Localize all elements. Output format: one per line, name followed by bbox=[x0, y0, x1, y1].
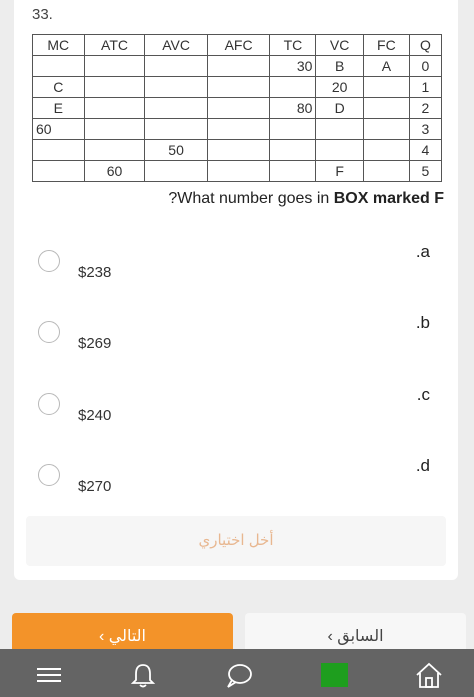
table-cell bbox=[206, 139, 271, 161]
option-letter: .a bbox=[415, 242, 430, 261]
table-cell bbox=[83, 139, 146, 161]
radio-button[interactable] bbox=[38, 464, 60, 486]
chevron-left-icon: ‹ bbox=[327, 628, 333, 645]
table-cell bbox=[206, 76, 271, 98]
table-cell: 60 bbox=[83, 160, 146, 182]
bell-icon[interactable] bbox=[128, 661, 158, 689]
question-text: ?What number goes in BOX marked F bbox=[14, 190, 444, 208]
table-cell: 4 bbox=[408, 139, 443, 161]
table-cell bbox=[83, 97, 146, 119]
option-value: $270 bbox=[78, 478, 112, 495]
table-cell: 0 bbox=[408, 55, 443, 77]
table-cell bbox=[32, 139, 85, 161]
table-cell: 80 bbox=[269, 97, 317, 119]
header-avc: AVC bbox=[144, 34, 208, 56]
table-cell bbox=[315, 139, 364, 161]
table-row: E 80 D 2 bbox=[32, 97, 443, 119]
answer-option-b[interactable]: .b $269 bbox=[14, 313, 458, 381]
table-cell bbox=[315, 118, 364, 140]
table-header-row: MC ATC AVC AFC TC VC FC Q bbox=[32, 34, 443, 56]
table-cell bbox=[144, 97, 208, 119]
table-cell: 20 bbox=[315, 76, 364, 98]
table-cell: C bbox=[32, 76, 85, 98]
table-cell bbox=[269, 118, 317, 140]
previous-label: السابق bbox=[337, 628, 384, 645]
header-fc: FC bbox=[362, 34, 410, 56]
option-value: $269 bbox=[78, 335, 112, 352]
table-row: 60 3 bbox=[32, 118, 443, 140]
header-atc: ATC bbox=[83, 34, 146, 56]
question-text-prefix: ?What number goes in bbox=[168, 190, 334, 207]
option-letter: .b bbox=[415, 313, 430, 332]
question-number: 33. bbox=[32, 6, 53, 23]
chevron-left-icon: ‹ bbox=[98, 628, 105, 645]
table-cell bbox=[144, 55, 208, 77]
radio-button[interactable] bbox=[38, 321, 60, 343]
table-cell bbox=[362, 97, 410, 119]
clear-choice-button[interactable]: أخل اختياري bbox=[26, 516, 446, 566]
table-cell: D bbox=[315, 97, 364, 119]
table-cell bbox=[269, 76, 317, 98]
table-cell bbox=[83, 55, 146, 77]
table-cell bbox=[269, 139, 317, 161]
table-cell: F bbox=[315, 160, 364, 182]
table-cell bbox=[206, 97, 271, 119]
table-cell bbox=[32, 160, 85, 182]
table-row: 60 F 5 bbox=[32, 160, 443, 182]
table-cell: 50 bbox=[144, 139, 208, 161]
answer-option-c[interactable]: .c $240 bbox=[14, 385, 458, 453]
answer-option-d[interactable]: .d $270 bbox=[14, 456, 458, 524]
table-cell: 3 bbox=[408, 118, 443, 140]
table-cell bbox=[362, 76, 410, 98]
option-value: $240 bbox=[78, 407, 112, 424]
table-cell: 30 bbox=[269, 55, 317, 77]
active-square-icon[interactable] bbox=[320, 661, 350, 689]
table-cell bbox=[83, 118, 146, 140]
table-cell bbox=[144, 118, 208, 140]
table-cell: A bbox=[362, 55, 410, 77]
table-cell bbox=[206, 55, 271, 77]
next-label: التالي bbox=[108, 628, 146, 645]
table-cell bbox=[362, 139, 410, 161]
table-cell bbox=[206, 118, 271, 140]
question-text-bold: BOX marked F bbox=[333, 190, 444, 207]
table-cell: 2 bbox=[408, 97, 443, 119]
header-afc: AFC bbox=[206, 34, 271, 56]
header-vc: VC bbox=[315, 34, 364, 56]
answer-option-a[interactable]: .a $238 bbox=[14, 242, 458, 310]
option-letter: .c bbox=[416, 385, 430, 404]
radio-button[interactable] bbox=[38, 250, 60, 272]
table-cell bbox=[269, 160, 317, 182]
table-cell bbox=[362, 118, 410, 140]
table-cell bbox=[83, 76, 146, 98]
option-letter: .d bbox=[415, 456, 430, 475]
table-cell bbox=[144, 76, 208, 98]
table-row: C 20 1 bbox=[32, 76, 443, 98]
table-cell bbox=[362, 160, 410, 182]
table-cell: B bbox=[315, 55, 364, 77]
table-cell: 60 bbox=[32, 118, 85, 140]
header-q: Q bbox=[408, 34, 443, 56]
table-cell: 1 bbox=[408, 76, 443, 98]
radio-button[interactable] bbox=[38, 393, 60, 415]
home-icon[interactable] bbox=[414, 661, 444, 689]
table-row: 50 4 bbox=[32, 139, 443, 161]
header-tc: TC bbox=[269, 34, 317, 56]
table-cell: 5 bbox=[408, 160, 443, 182]
chat-icon[interactable] bbox=[224, 661, 254, 689]
menu-icon[interactable] bbox=[34, 661, 64, 689]
bottom-tab-bar bbox=[0, 649, 474, 697]
option-value: $238 bbox=[78, 264, 112, 281]
table-row: 30 B A 0 bbox=[32, 55, 443, 77]
table-cell: E bbox=[32, 97, 85, 119]
cost-table: MC ATC AVC AFC TC VC FC Q 30 B A 0 C 20 … bbox=[32, 34, 443, 182]
table-cell bbox=[144, 160, 208, 182]
table-cell bbox=[206, 160, 271, 182]
table-cell bbox=[32, 55, 85, 77]
header-mc: MC bbox=[32, 34, 85, 56]
